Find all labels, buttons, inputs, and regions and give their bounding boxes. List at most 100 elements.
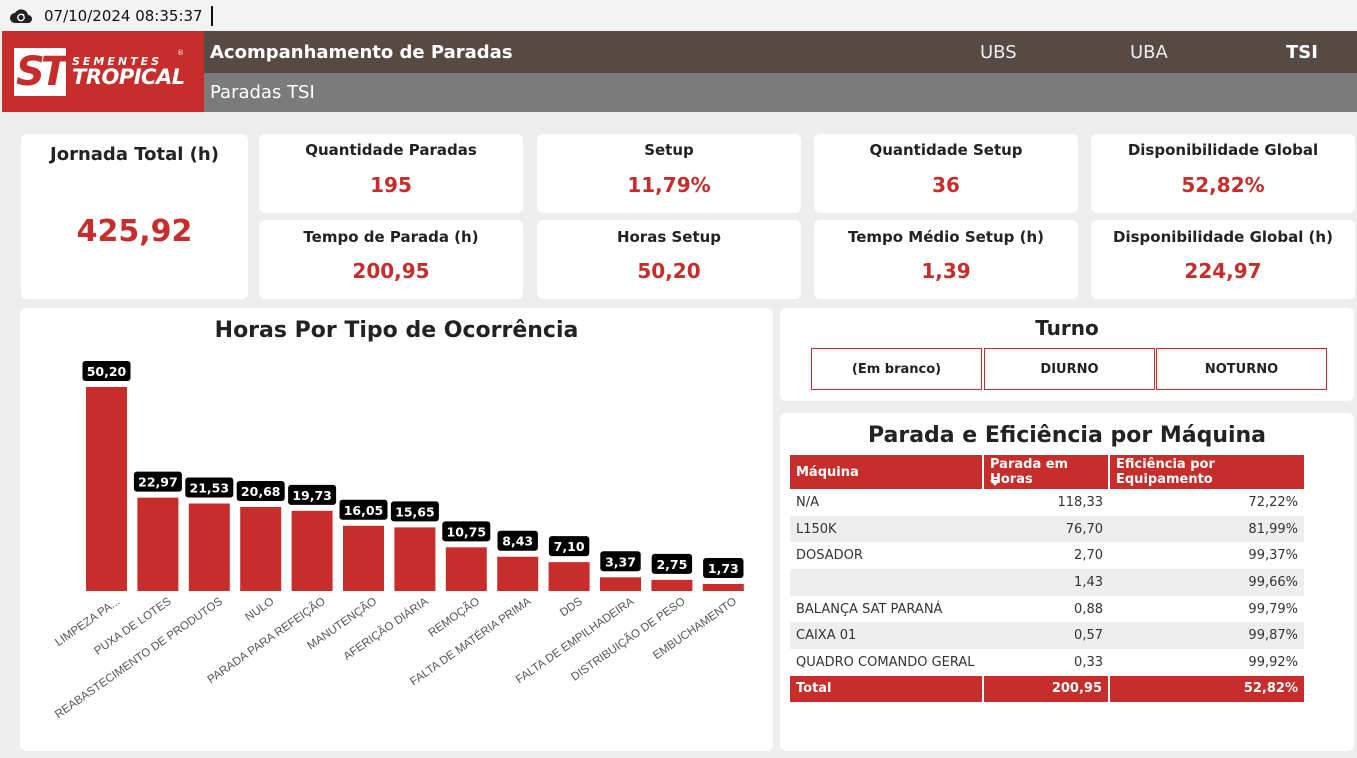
kpi-setup: Setup 11,79% [537, 134, 801, 213]
top-bar: 07/10/2024 08:35:37 [0, 0, 1357, 31]
kpi-label: Jornada Total (h) [50, 144, 219, 165]
table-row[interactable]: CAIXA 01 0,57 99,87% [790, 622, 1304, 650]
total-label: Total [790, 675, 983, 702]
bar-12[interactable] [702, 583, 744, 591]
column-header-eficiencia[interactable]: Eficiência por Equipamento [1108, 455, 1304, 489]
kpi-value: 11,79% [627, 173, 711, 197]
text-cursor [210, 5, 213, 26]
kpi-tempo-parada: Tempo de Parada (h) 200,95 [259, 220, 523, 299]
kpi-quantidade-setup: Quantidade Setup 36 [814, 134, 1078, 213]
kpi-value: 50,20 [637, 259, 701, 283]
cell-parada-horas: 118,33 [1057, 494, 1104, 510]
cell-parada-horas: 0,33 [1074, 654, 1103, 670]
turno-option-diurno[interactable]: DIURNO [984, 348, 1155, 390]
bar-6[interactable] [394, 527, 436, 591]
bar-2[interactable] [188, 503, 230, 591]
category-label-12: EMBUCHAMENTO [651, 596, 739, 663]
cell-maquina: QUADRO COMANDO GERAL [796, 654, 975, 670]
data-label-2: 21,53 [190, 481, 230, 496]
machine-table-title: Parada e Eficiência por Máquina [867, 423, 1267, 448]
cell-eficiencia: 72,22% [1248, 494, 1298, 510]
data-label-9: 7,10 [554, 539, 585, 554]
data-label-6: 15,65 [395, 504, 435, 519]
cell-parada-horas: 76,70 [983, 515, 1109, 543]
page-subtitle: Paradas TSI [210, 82, 315, 103]
category-label-9: DDS [558, 595, 585, 619]
data-label-1: 22,97 [138, 475, 178, 490]
kpi-label: Tempo de Parada (h) [303, 228, 479, 246]
turno-option-noturno[interactable]: NOTURNO [1156, 348, 1327, 390]
data-label-5: 16,05 [344, 503, 384, 518]
cell-maquina: DOSADOR [796, 548, 863, 564]
bar-5[interactable] [343, 525, 384, 591]
cell-eficiencia: 99,66% [1109, 569, 1304, 596]
column-header-parada-horas[interactable]: Parada em Horas [982, 455, 1109, 489]
bar-8[interactable] [497, 556, 539, 591]
turno-title: Turno [1035, 316, 1099, 340]
table-row[interactable]: L150K 76,70 81,99% [790, 515, 1304, 543]
kpi-value: 200,95 [352, 259, 430, 283]
cell-maquina: CAIXA 01 [790, 622, 983, 650]
kpi-value: 195 [370, 173, 412, 197]
cell-parada-horas: 0,57 [983, 622, 1109, 650]
table-total-row: Total 200,95 52,82% [790, 675, 1304, 702]
table-row[interactable]: QUADRO COMANDO GERAL 0,33 99,92% [790, 649, 1304, 676]
table-row[interactable]: DOSADOR 2,70 99,37% [790, 542, 1304, 569]
kpi-label: Disponibilidade Global [1127, 141, 1319, 159]
header-title-bar: Acompanhamento de Paradas UBS UBA TSI [204, 31, 1357, 73]
kpi-label: Horas Setup [616, 228, 722, 246]
table-row[interactable]: N/A 118,33 72,22% [790, 489, 1304, 516]
data-label-4: 19,73 [292, 488, 332, 503]
cell-maquina: L150K [790, 515, 983, 543]
bar-4[interactable] [291, 510, 333, 591]
kpi-value: 36 [932, 173, 960, 197]
sort-descending-icon [990, 480, 1000, 486]
bar-9[interactable] [548, 562, 590, 591]
kpi-quantidade-paradas: Quantidade Paradas 195 [259, 134, 523, 213]
logo-wordmark: SEMENTES TROPICAL [72, 56, 185, 88]
registered-mark: ® [177, 49, 184, 57]
table-row[interactable]: 1,43 99,66% [790, 569, 1304, 596]
bar-0[interactable] [86, 387, 127, 591]
machine-table: Máquina Parada em Horas Eficiência por E… [790, 455, 1304, 702]
cell-eficiencia: 99,92% [1248, 654, 1298, 670]
cell-eficiencia: 99,79% [1248, 601, 1298, 617]
bar-1[interactable] [137, 497, 179, 591]
bar-10[interactable] [600, 577, 641, 591]
kpi-label: Setup [644, 141, 694, 159]
table-row[interactable]: BALANÇA SAT PARANÁ 0,88 99,79% [790, 596, 1304, 623]
logo-line2: TROPICAL [72, 64, 185, 89]
bar-7[interactable] [445, 547, 487, 591]
nav-ubs[interactable]: UBS [980, 42, 1017, 63]
data-label-10: 3,37 [605, 554, 636, 569]
data-label-12: 1,73 [708, 561, 739, 576]
bar-3[interactable] [240, 506, 282, 591]
kpi-value: 224,97 [1184, 259, 1262, 283]
kpi-label: Quantidade Setup [869, 141, 1023, 159]
cloud-refresh-icon[interactable] [8, 7, 34, 25]
kpi-label: Disponibilidade Global (h) [1113, 228, 1333, 246]
page-title: Acompanhamento de Paradas [210, 42, 513, 63]
total-eficiencia: 52,82% [1108, 675, 1304, 702]
kpi-value: 425,92 [76, 214, 193, 249]
report-header: ST SEMENTES TROPICAL ® Acompanhamento de… [0, 31, 1357, 112]
cell-eficiencia: 99,37% [1248, 548, 1298, 564]
data-label-0: 50,20 [87, 364, 127, 379]
category-label-3: NULO [243, 596, 276, 624]
data-label-8: 8,43 [502, 534, 533, 549]
refresh-timestamp: 07/10/2024 08:35:37 [44, 6, 203, 25]
total-parada: 200,95 [982, 675, 1109, 702]
logo-mark: ST [14, 47, 68, 96]
kpi-disponibilidade-global: Disponibilidade Global 52,82% [1091, 134, 1355, 213]
column-header-maquina[interactable]: Máquina [790, 455, 983, 489]
bar-chart: 50,20LIMPEZA PA...22,97PUXA DE LOTES21,5… [53, 361, 744, 721]
nav-uba[interactable]: UBA [1130, 42, 1168, 63]
kpi-jornada-total: Jornada Total (h) 425,92 [21, 134, 248, 299]
cell-maquina: BALANÇA SAT PARANÁ [796, 601, 943, 617]
header-subtitle-bar: Paradas TSI [204, 73, 1357, 112]
bar-11[interactable] [651, 579, 693, 591]
turno-option-em-branco[interactable]: (Em branco) [811, 348, 982, 390]
data-label-11: 2,75 [656, 557, 687, 572]
cell-maquina: N/A [796, 494, 819, 510]
nav-tsi[interactable]: TSI [1286, 42, 1318, 63]
